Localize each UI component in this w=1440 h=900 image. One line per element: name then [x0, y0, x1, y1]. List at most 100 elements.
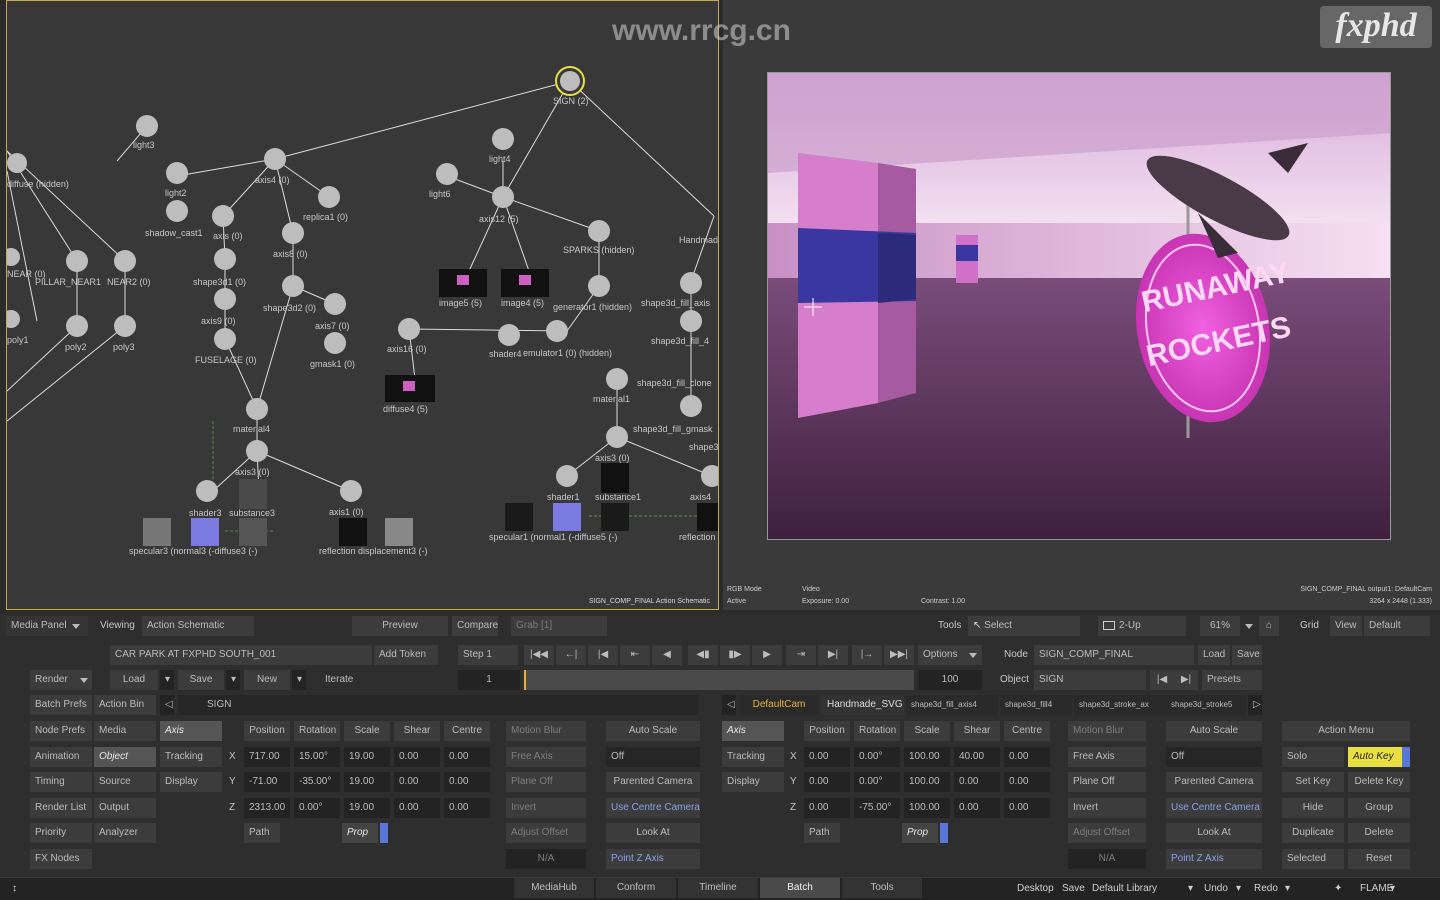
view-default-select[interactable]: Default: [1364, 616, 1430, 636]
rotation-y-field[interactable]: -35.00°: [294, 772, 340, 792]
centre-x-field[interactable]: 0.00: [444, 747, 490, 767]
shear-y-field[interactable]: 0.00: [394, 772, 440, 792]
step-field[interactable]: Step 1: [458, 645, 518, 665]
back-arrow-icon[interactable]: ◁: [160, 695, 174, 715]
node-save-button[interactable]: Save: [1232, 645, 1262, 665]
object-tab[interactable]: Object: [94, 747, 156, 767]
redo-chevron-icon[interactable]: ▾: [1285, 883, 1290, 894]
action-menu-title[interactable]: Action Menu: [1282, 721, 1410, 741]
r-shear-x-field[interactable]: 40.00: [954, 747, 1000, 767]
render-list-button[interactable]: Render List: [30, 798, 92, 818]
batch-prefs-button[interactable]: Batch Prefs: [30, 695, 92, 715]
bottom-save-button[interactable]: Save: [1062, 883, 1085, 894]
tab-conform[interactable]: Conform: [596, 878, 676, 898]
redo-button[interactable]: Redo: [1254, 883, 1278, 894]
tab-mediahub[interactable]: MediaHub: [514, 878, 594, 898]
rotation-z-field[interactable]: 0.00°: [294, 798, 340, 818]
r-parented-camera-button[interactable]: Parented Camera: [1166, 772, 1262, 792]
tabs-right-icon[interactable]: ▷: [1248, 695, 1262, 715]
hide-button[interactable]: Hide: [1282, 798, 1344, 818]
position-y-field[interactable]: -71.00: [244, 772, 290, 792]
tab-timeline[interactable]: Timeline: [678, 878, 758, 898]
next-object-icon[interactable]: ▶|: [1174, 670, 1198, 690]
shear-z-field[interactable]: 0.00: [394, 798, 440, 818]
prev-mark-icon[interactable]: |◀: [588, 645, 618, 665]
animation-button[interactable]: Animation: [30, 747, 92, 767]
plane-off-button[interactable]: Plane Off: [506, 772, 586, 792]
scale-x-field[interactable]: 19.00: [344, 747, 390, 767]
look-at-button[interactable]: Look At: [606, 823, 700, 843]
r-rotation-z-field[interactable]: -75.00°: [854, 798, 900, 818]
r-position-x-field[interactable]: 0.00: [804, 747, 850, 767]
zoom-chevron-icon[interactable]: [1245, 624, 1253, 629]
duplicate-button[interactable]: Duplicate: [1282, 823, 1344, 843]
r-look-at-button[interactable]: Look At: [1166, 823, 1262, 843]
image-thumbnails[interactable]: [143, 269, 719, 546]
r-point-z-axis-button[interactable]: Point Z Axis: [1166, 849, 1262, 869]
undo-chevron-icon[interactable]: ▾: [1236, 883, 1241, 894]
analyzer-button[interactable]: Analyzer: [94, 823, 156, 843]
home-icon[interactable]: ⌂: [1259, 616, 1279, 636]
action-schematic[interactable]: SIGN (2) light3 light2 light4 light6 SPA…: [6, 0, 719, 610]
frame-forward-icon[interactable]: ▮▶: [720, 645, 750, 665]
fx-nodes-button[interactable]: FX Nodes: [30, 849, 92, 869]
tabs-left-icon[interactable]: ◁: [722, 695, 736, 715]
two-up-button[interactable]: 2-Up: [1098, 616, 1186, 636]
group-button[interactable]: Group: [1348, 798, 1410, 818]
priority-button[interactable]: Priority: [30, 823, 92, 843]
r-shear-y-field[interactable]: 0.00: [954, 772, 1000, 792]
tab-batch[interactable]: Batch: [760, 878, 840, 898]
display-tab[interactable]: Display: [160, 772, 222, 792]
source-button[interactable]: Source: [94, 772, 156, 792]
prop-button[interactable]: Prop: [342, 823, 378, 843]
tab-tools[interactable]: Tools: [842, 878, 922, 898]
r-centre-z-field[interactable]: 0.00: [1004, 798, 1050, 818]
desktop-button[interactable]: Desktop: [1017, 883, 1054, 894]
expand-icon[interactable]: ↕: [12, 883, 17, 894]
selected-button[interactable]: Selected: [1282, 849, 1344, 869]
right-axis-tab[interactable]: Axis: [722, 721, 784, 741]
playhead[interactable]: [524, 670, 526, 690]
new-chevron-icon[interactable]: ▾: [292, 670, 306, 690]
next-mark-icon[interactable]: ▶|: [818, 645, 848, 665]
view-button[interactable]: View: [1330, 616, 1362, 636]
load-chevron-icon[interactable]: ▾: [160, 670, 174, 690]
path-button[interactable]: Path: [244, 823, 280, 843]
undo-button[interactable]: Undo: [1204, 883, 1228, 894]
viewing-select[interactable]: Action Schematic: [142, 616, 254, 636]
set-key-button[interactable]: Set Key: [1282, 772, 1344, 792]
solo-button[interactable]: Solo: [1282, 747, 1344, 767]
reset-button[interactable]: Reset: [1348, 849, 1410, 869]
frame-back-icon[interactable]: ◀▮: [688, 645, 718, 665]
cam-tab-fill-axis4[interactable]: shape3d_fill_axis4: [906, 695, 998, 715]
r-shear-z-field[interactable]: 0.00: [954, 798, 1000, 818]
step-forward-icon[interactable]: ⇥: [786, 645, 816, 665]
play-reverse-icon[interactable]: ◀: [652, 645, 682, 665]
position-x-field[interactable]: 717.00: [244, 747, 290, 767]
library-chevron-icon[interactable]: ▾: [1188, 883, 1193, 894]
right-tracking-tab[interactable]: Tracking: [722, 747, 784, 767]
presets-button[interactable]: Presets: [1202, 670, 1262, 690]
r-position-z-field[interactable]: 0.00: [804, 798, 850, 818]
r-rotation-x-field[interactable]: 0.00°: [854, 747, 900, 767]
invert-button[interactable]: Invert: [506, 798, 586, 818]
r-motion-blur-button[interactable]: Motion Blur: [1068, 721, 1146, 741]
use-centre-camera-button[interactable]: Use Centre Camera: [606, 798, 700, 818]
r-plane-off-button[interactable]: Plane Off: [1068, 772, 1146, 792]
zoom-field[interactable]: 61%: [1200, 616, 1240, 636]
output-button[interactable]: Output: [94, 798, 156, 818]
auto-scale-off-field[interactable]: Off: [606, 747, 700, 767]
r-prop-button[interactable]: Prop: [902, 823, 938, 843]
r-path-button[interactable]: Path: [804, 823, 840, 843]
r-invert-button[interactable]: Invert: [1068, 798, 1146, 818]
r-scale-z-field[interactable]: 100.00: [904, 798, 950, 818]
r-position-y-field[interactable]: 0.00: [804, 772, 850, 792]
position-z-field[interactable]: 2313.00: [244, 798, 290, 818]
tracking-tab[interactable]: Tracking: [160, 747, 222, 767]
delete-button[interactable]: Delete: [1348, 823, 1410, 843]
prev-key-icon[interactable]: ←|: [556, 645, 586, 665]
node-path-field[interactable]: SIGN: [178, 695, 698, 715]
free-axis-button[interactable]: Free Axis: [506, 747, 586, 767]
r-scale-y-field[interactable]: 100.00: [904, 772, 950, 792]
action-bin-button[interactable]: Action Bin: [94, 695, 156, 715]
